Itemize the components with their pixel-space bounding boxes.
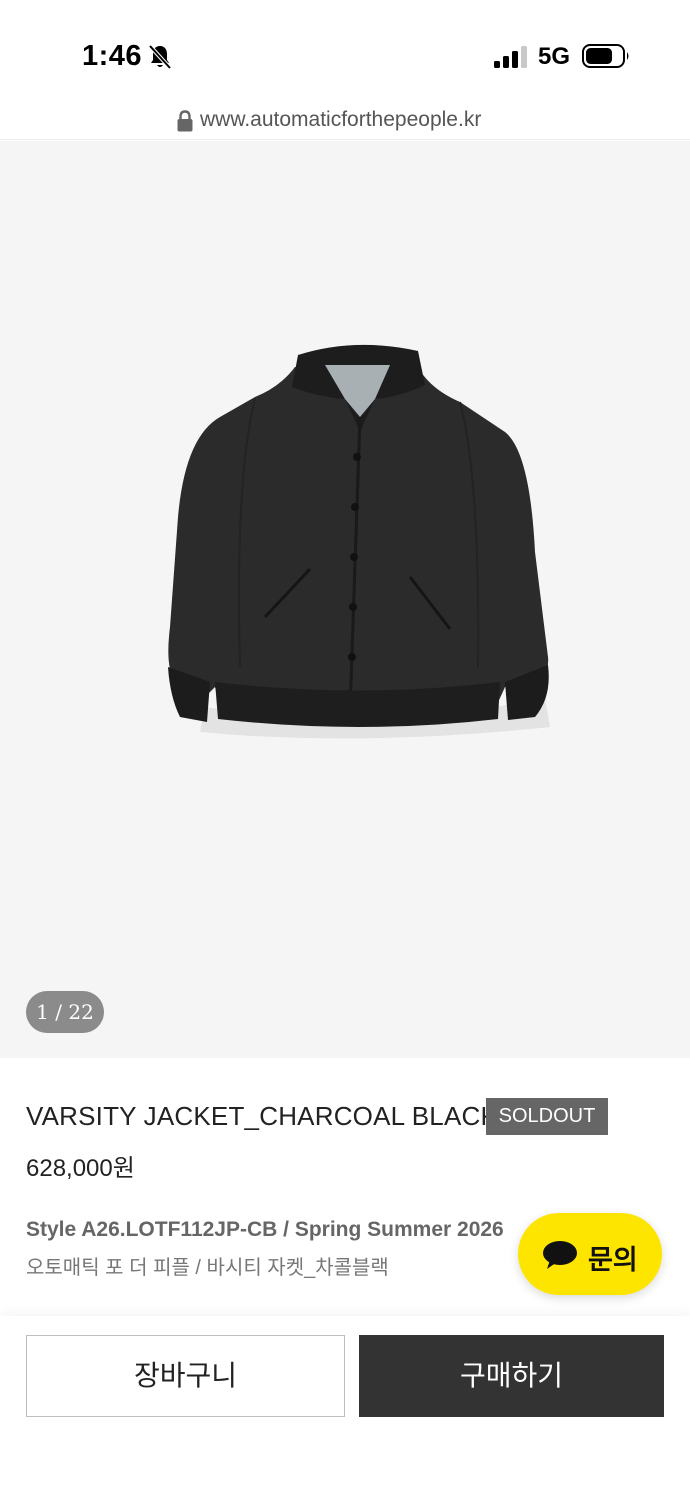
clock: 1:46 — [82, 40, 143, 72]
bottom-action-bar: 장바구니 구매하기 — [0, 1316, 690, 1500]
status-bar: 1:46 5G — [0, 0, 690, 100]
product-image-gallery[interactable]: 1 / 22 — [0, 141, 690, 1058]
inquiry-chat-button[interactable]: 문의 — [518, 1213, 662, 1295]
soldout-badge: SOLDOUT — [486, 1098, 608, 1135]
buy-now-button[interactable]: 구매하기 — [359, 1335, 664, 1417]
signal-icon — [494, 46, 527, 68]
product-title: VARSITY JACKET_CHARCOAL BLACK — [26, 1101, 499, 1131]
image-counter: 1 / 22 — [26, 991, 104, 1033]
inquiry-label: 문의 — [588, 1245, 638, 1275]
add-to-cart-button[interactable]: 장바구니 — [26, 1335, 345, 1417]
address-bar[interactable]: www.automaticforthepeople.kr — [0, 100, 690, 140]
url-text[interactable]: www.automaticforthepeople.kr — [200, 108, 481, 132]
battery-icon — [582, 44, 629, 68]
product-price: 628,000원 — [26, 1155, 135, 1182]
product-style-code: Style A26.LOTF112JP-CB / Spring Summer 2… — [26, 1218, 504, 1241]
product-subtitle: 오토매틱 포 더 피플 / 바시티 자켓_차콜블랙 — [26, 1257, 389, 1279]
speech-bubble-icon — [543, 1241, 577, 1269]
network-type: 5G — [538, 43, 571, 70]
lock-icon — [177, 110, 193, 132]
charcoal-black-varsity-jacket-image — [168, 344, 550, 739]
bell-slash-icon — [148, 44, 172, 70]
